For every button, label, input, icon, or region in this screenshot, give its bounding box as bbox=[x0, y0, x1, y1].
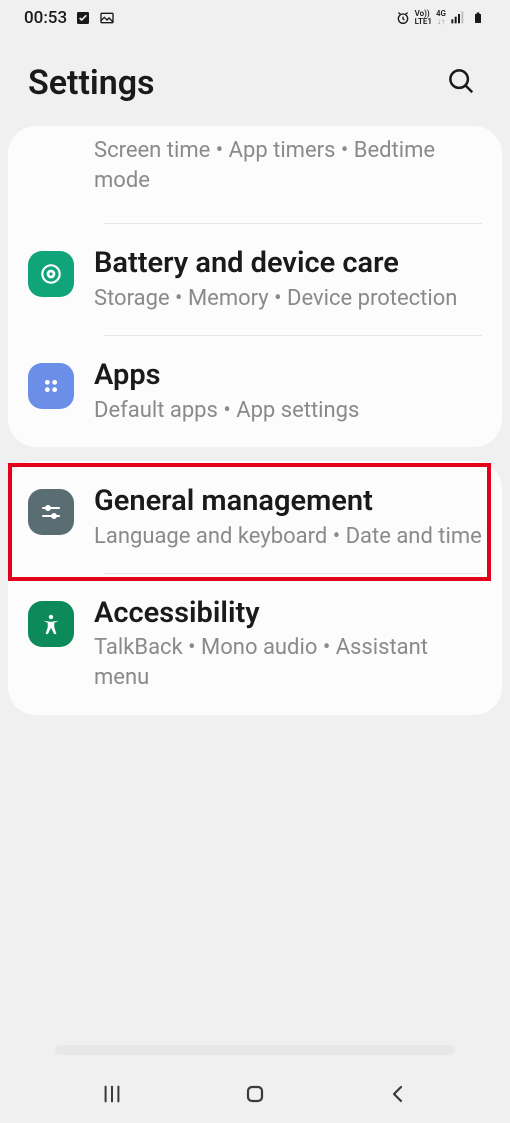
settings-item-digital-wellbeing[interactable]: Screen time • App timers • Bedtime mode bbox=[8, 126, 502, 223]
network-gen-indicator: 4G ↓↑ bbox=[436, 10, 446, 26]
page-title: Settings bbox=[28, 63, 155, 103]
settings-item-accessibility[interactable]: Accessibility TalkBack • Mono audio • As… bbox=[8, 573, 502, 715]
accessibility-icon bbox=[28, 601, 74, 647]
image-status-icon bbox=[99, 10, 115, 26]
scroll-indicator bbox=[55, 1045, 455, 1055]
item-subtitle: Default apps • App settings bbox=[94, 396, 482, 426]
settings-group: General management Language and keyboard… bbox=[8, 461, 502, 715]
battery-icon bbox=[470, 10, 486, 26]
item-subtitle: Language and keyboard • Date and time bbox=[94, 522, 482, 552]
signal-icon bbox=[450, 10, 466, 26]
settings-header: Settings bbox=[0, 36, 510, 126]
search-icon bbox=[446, 66, 476, 96]
back-icon bbox=[386, 1082, 410, 1106]
volte-indicator: Vo)) LTE1 bbox=[415, 10, 432, 26]
checkbox-status-icon bbox=[75, 10, 91, 26]
recents-icon bbox=[100, 1083, 124, 1105]
item-title: General management bbox=[94, 483, 482, 519]
nav-recents-button[interactable] bbox=[82, 1074, 142, 1114]
item-subtitle: Screen time • App timers • Bedtime mode bbox=[94, 136, 482, 195]
nav-back-button[interactable] bbox=[368, 1074, 428, 1114]
status-bar: 00:53 Vo)) LTE1 4G ↓↑ bbox=[0, 0, 510, 36]
alarm-icon bbox=[395, 10, 411, 26]
general-management-icon bbox=[28, 489, 74, 535]
item-title: Battery and device care bbox=[94, 245, 482, 281]
home-icon bbox=[243, 1082, 267, 1106]
settings-item-battery-device-care[interactable]: Battery and device care Storage • Memory… bbox=[8, 223, 502, 335]
settings-item-general-management[interactable]: General management Language and keyboard… bbox=[8, 461, 502, 573]
device-care-icon bbox=[28, 251, 74, 297]
status-time: 00:53 bbox=[24, 8, 67, 28]
item-subtitle: Storage • Memory • Device protection bbox=[94, 284, 482, 314]
item-subtitle: TalkBack • Mono audio • Assistant menu bbox=[94, 633, 482, 692]
search-button[interactable] bbox=[440, 60, 482, 106]
settings-item-apps[interactable]: Apps Default apps • App settings bbox=[8, 335, 502, 447]
item-title: Accessibility bbox=[94, 595, 482, 631]
navigation-bar bbox=[0, 1065, 510, 1123]
settings-group: Screen time • App timers • Bedtime mode … bbox=[8, 126, 502, 447]
apps-icon bbox=[28, 363, 74, 409]
item-title: Apps bbox=[94, 357, 482, 393]
nav-home-button[interactable] bbox=[225, 1074, 285, 1114]
